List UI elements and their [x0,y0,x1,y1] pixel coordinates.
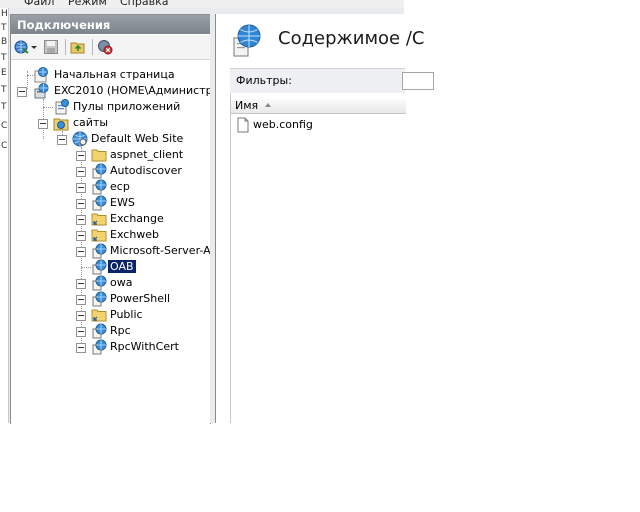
tree-item-label: Microsoft-Server-Act [110,244,210,257]
tree-item-label: Пулы приложений [73,100,181,113]
web-app-icon [92,339,107,355]
expand-toggle[interactable] [76,231,86,241]
virtual-dir-icon [91,213,107,226]
tree-item-label: EXC2010 (HOME\Администрато [54,84,210,97]
left-edge-strip: Н Т В Т Е Т Т С С [0,8,9,423]
web-app-icon [92,179,107,195]
start-page-icon [34,67,48,83]
expand-toggle[interactable] [76,279,86,289]
strip-letter: Т [1,23,7,33]
content-view-icon [233,24,261,57]
expand-toggle[interactable] [76,199,86,209]
app-pools-icon [55,99,69,115]
tree-item-label-selected: OAB [108,260,136,273]
toolbar-separator [65,39,66,55]
tree-item-label: RpcWithCert [110,340,179,353]
collapse-toggle[interactable] [17,87,27,97]
filter-label: Фильтры: [236,74,292,87]
tree-item-label: Exchange [110,212,164,225]
disconnect-icon[interactable] [97,39,113,55]
connections-tree: Начальная страница EXC2010 (HOME\Админис… [11,61,210,421]
expand-toggle[interactable] [76,151,86,161]
tree-item-label: Exchweb [110,228,160,241]
tree-item-label: ecp [110,180,130,193]
folder-icon [91,149,107,162]
tree-line [27,71,28,89]
connections-header: Подключения [11,15,210,34]
file-name: web.config [253,118,313,131]
expand-toggle[interactable] [76,215,86,225]
expand-toggle[interactable] [76,167,86,177]
web-app-icon [92,291,107,307]
filter-input[interactable] [402,72,434,90]
sites-icon [53,118,69,131]
content-title: Содержимое /С [278,28,425,49]
tree-item-label: Autodiscover [110,164,182,177]
up-folder-icon[interactable] [70,39,86,55]
tree-item-label: Default Web Site [91,132,184,145]
save-icon[interactable] [43,39,59,55]
virtual-dir-icon [91,309,107,322]
tree-line [43,107,53,108]
filter-bar: Фильтры: [230,68,434,94]
web-app-icon [92,163,107,179]
sort-ascending-icon [265,103,271,107]
expand-toggle[interactable] [76,311,86,321]
menu-bar: Файл Режим Справка [0,0,404,8]
expand-toggle[interactable] [76,295,86,305]
expand-toggle[interactable] [76,183,86,193]
website-icon [72,131,88,147]
expand-toggle[interactable] [76,247,86,257]
connections-toolbar [11,35,210,60]
expand-toggle[interactable] [76,343,86,353]
tree-item-label: сайты [73,116,109,129]
strip-letter: С [1,141,8,151]
content-pane: Содержимое /С Фильтры: Имя web.config [215,14,434,423]
tree-item-label: PowerShell [110,292,171,305]
strip-letter: С [1,121,8,131]
web-app-icon [92,243,107,259]
strip-letter: Т [1,53,7,63]
column-header-name[interactable]: Имя [231,99,406,114]
tree-item-label: Начальная страница [54,68,175,81]
web-app-icon [92,275,107,291]
strip-letter: Т [1,102,7,112]
iis-manager-window: Н Т В Т Е Т Т С С Подключения Начальная … [0,8,434,424]
tree-item-label: EWS [110,196,135,209]
collapse-toggle[interactable] [57,135,67,145]
file-list: Имя web.config [230,93,406,423]
tree-line [81,267,91,268]
strip-letter: В [1,37,8,47]
tree-item-label: owa [110,276,133,289]
server-icon [34,83,49,99]
expand-toggle[interactable] [76,327,86,337]
web-app-icon [92,259,107,275]
menu-view[interactable]: Режим [68,0,107,8]
strip-letter: Т [1,85,7,95]
tree-item-label: Rpc [110,324,131,337]
connections-pane: Подключения Начальная страница EXC2010 (… [10,14,211,424]
web-app-icon [92,323,107,339]
menu-file[interactable]: Файл [24,0,54,8]
menu-help[interactable]: Справка [120,0,168,8]
config-file-icon [237,117,249,133]
dropdown-arrow-icon[interactable] [30,39,38,55]
strip-letter: Н [1,9,8,19]
tree-item-label: aspnet_client [110,148,184,161]
collapse-toggle[interactable] [38,119,48,129]
strip-letter: Е [1,68,7,78]
toolbar-separator [92,39,93,55]
web-app-icon [92,195,107,211]
virtual-dir-icon [91,229,107,242]
column-name-label: Имя [235,99,259,112]
tree-item-label: Public [110,308,143,321]
connect-globe-icon[interactable] [14,39,30,55]
